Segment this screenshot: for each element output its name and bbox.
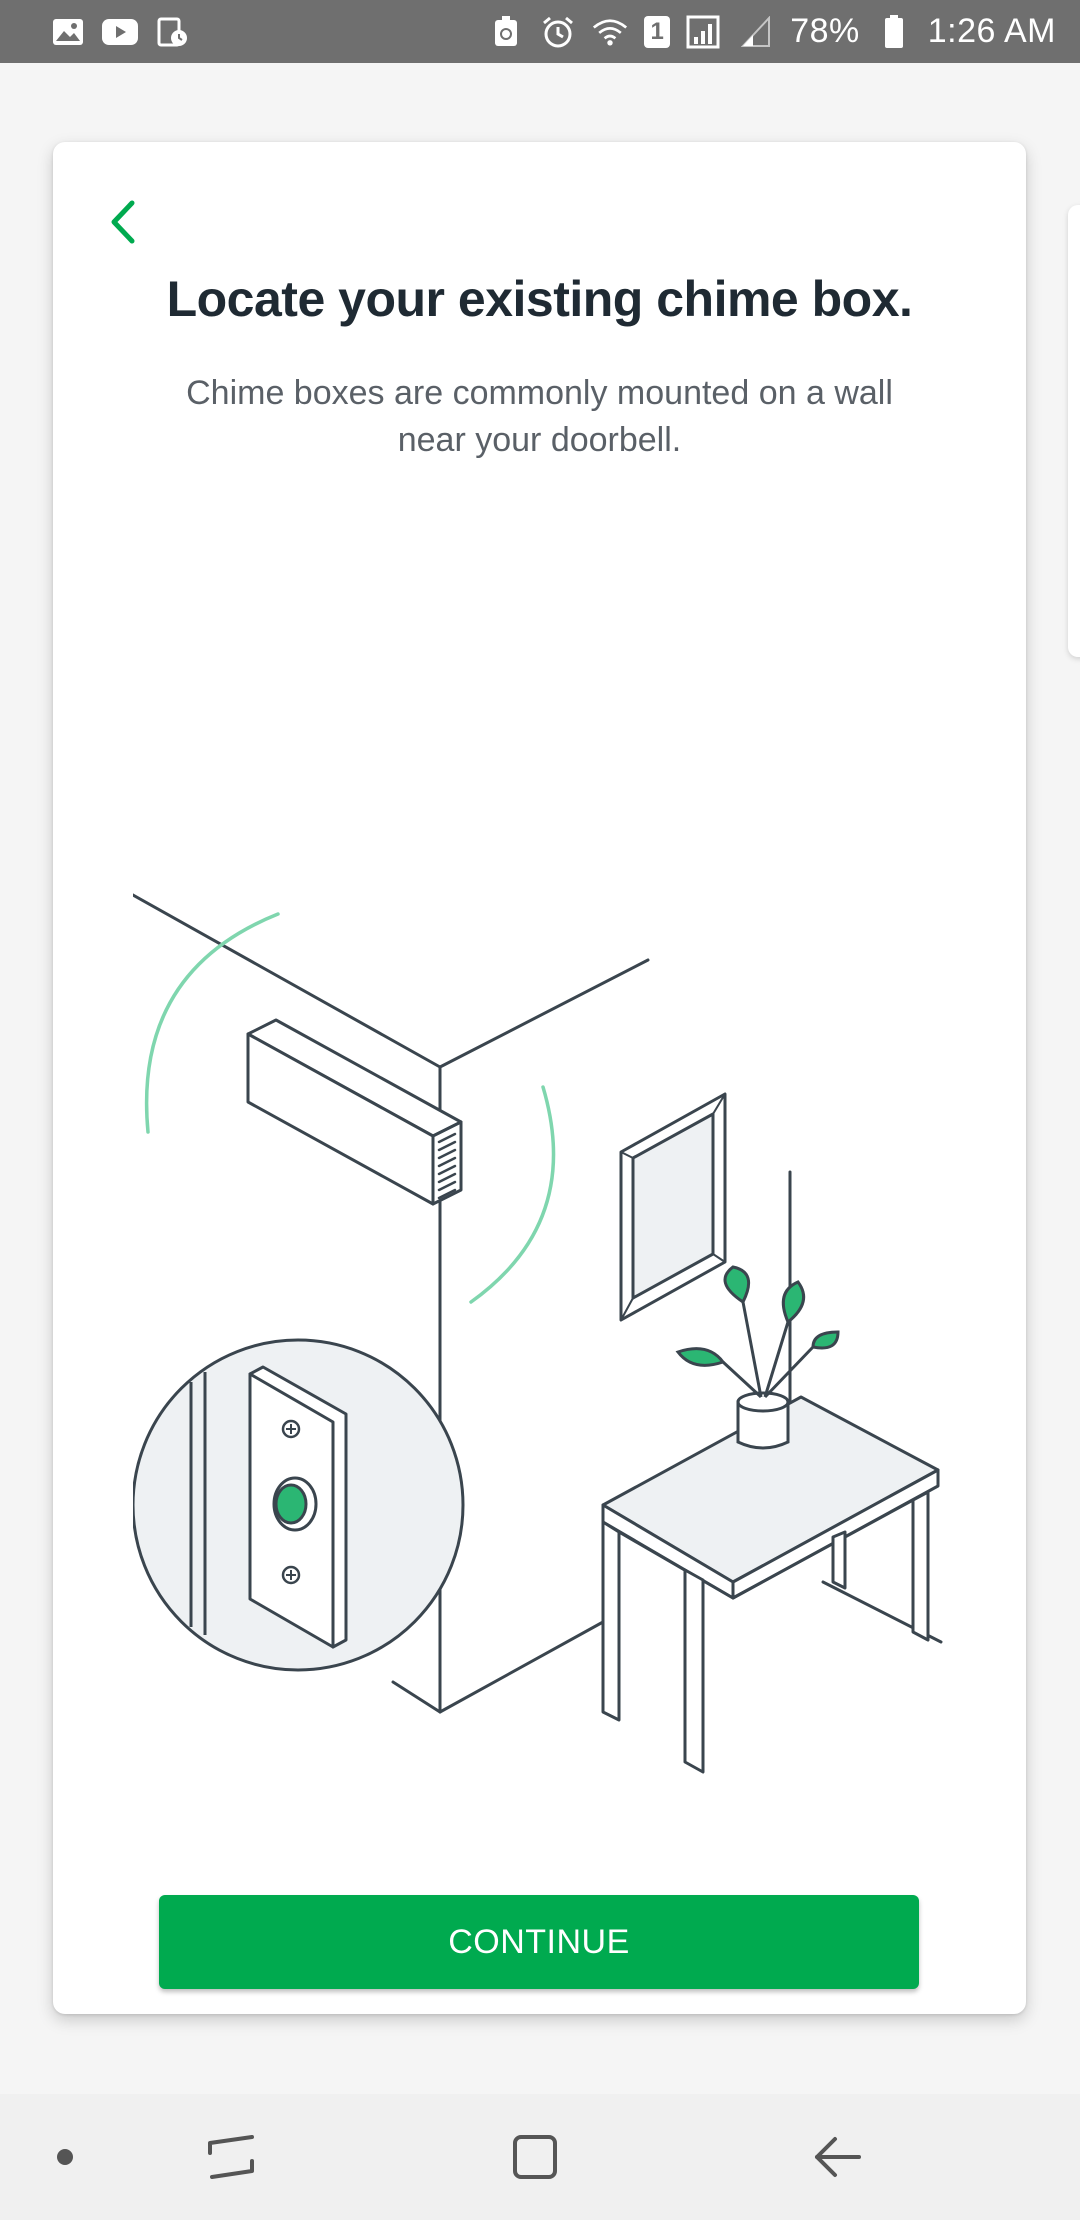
chime-box-illustration [133, 893, 943, 1774]
clock-app-icon [154, 14, 190, 50]
page-title: Locate your existing chime box. [166, 271, 913, 327]
lock-sync-icon [488, 14, 524, 50]
clock-time: 1:26 AM [927, 12, 1056, 50]
signal-icon [686, 14, 722, 50]
alarm-icon [540, 14, 576, 50]
back-button[interactable] [93, 192, 153, 252]
wifi-icon [592, 14, 628, 50]
chime-box [246, 1018, 463, 1206]
continue-button[interactable]: CONTINUE [159, 1895, 919, 1989]
wall-edge-right [438, 958, 650, 1069]
back-arrow-icon [815, 2137, 861, 2177]
battery-percent: 78% [790, 12, 860, 50]
status-bar: 1 78% 1:26 AM [0, 0, 1080, 63]
next-card-peek [1068, 205, 1080, 657]
system-nav-bar [0, 2094, 1080, 2220]
recent-apps-button[interactable] [197, 2122, 267, 2192]
sim-icon: 1 [644, 15, 671, 48]
wall-frame [619, 1092, 727, 1322]
dot-icon [57, 2149, 73, 2165]
battery-icon [876, 14, 912, 50]
setup-card: Locate your existing chime box. Chime bo… [53, 142, 1026, 2014]
chevron-left-icon [111, 200, 135, 244]
sound-arc-right [469, 1085, 556, 1304]
floor-line [438, 1620, 605, 1714]
page-subtitle: Chime boxes are commonly mounted on a wa… [186, 374, 893, 459]
gallery-icon [50, 14, 86, 50]
sim-slot-number: 1 [650, 17, 664, 45]
status-bar-left [50, 14, 190, 50]
youtube-icon [102, 14, 138, 50]
back-nav-button[interactable] [803, 2122, 873, 2192]
nav-dot-button[interactable] [30, 2122, 100, 2192]
recent-apps-icon [208, 2135, 254, 2179]
status-bar-right: 1 78% 1:26 AM [488, 12, 1056, 51]
signal-weak-icon [738, 14, 774, 50]
home-square-icon [513, 2135, 557, 2179]
side-table [601, 1395, 940, 1774]
home-button[interactable] [500, 2122, 570, 2192]
doorbell-magnifier [133, 1338, 465, 1672]
